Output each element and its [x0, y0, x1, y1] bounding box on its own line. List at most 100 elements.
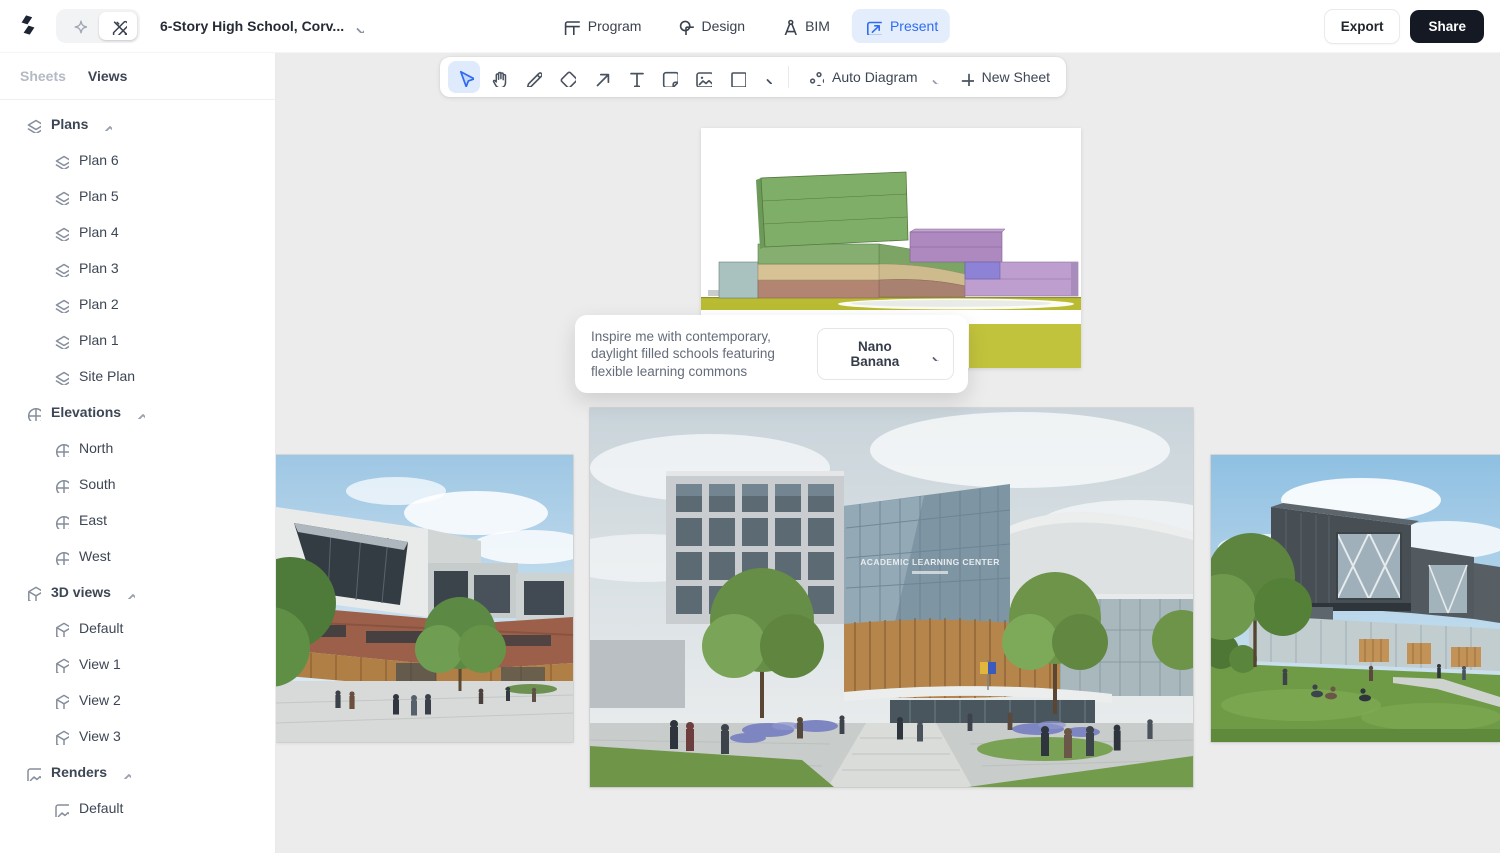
pan-tool-button[interactable] — [482, 61, 514, 93]
render-right-image — [1211, 455, 1500, 742]
tab-program[interactable]: Program — [550, 9, 654, 43]
section-label: Elevations — [51, 404, 121, 420]
auto-diagram-label: Auto Diagram — [832, 69, 918, 85]
sidebar-item-plan-3[interactable]: Plan 3 — [0, 250, 275, 286]
rectangle-icon — [727, 68, 746, 87]
render-right-thumbnail[interactable] — [1211, 455, 1500, 742]
layers-icon — [52, 188, 69, 205]
eraser-icon — [557, 68, 576, 87]
toolbar-divider — [788, 66, 789, 88]
sidebar-item-3d-default[interactable]: Default — [0, 610, 275, 646]
project-title-button[interactable]: 6-Story High School, Corv... — [154, 17, 370, 35]
sidebar-item-view-2[interactable]: View 2 — [0, 682, 275, 718]
sidebar-item-plan-6[interactable]: Plan 6 — [0, 142, 275, 178]
item-label: Default — [79, 800, 123, 816]
render-left-thumbnail[interactable] — [276, 455, 573, 742]
layers-icon — [52, 332, 69, 349]
item-label: East — [79, 512, 107, 528]
section-label: Renders — [51, 764, 107, 780]
mode-toggle — [56, 9, 140, 43]
present-icon — [864, 17, 882, 35]
item-label: Site Plan — [79, 368, 135, 384]
chevron-down-icon — [350, 19, 364, 33]
sidebar-item-plan-4[interactable]: Plan 4 — [0, 214, 275, 250]
share-button[interactable]: Share — [1410, 10, 1484, 43]
axes-icon — [52, 548, 69, 565]
sidebar-item-south[interactable]: South — [0, 466, 275, 502]
item-label: View 2 — [79, 692, 121, 708]
layers-icon — [52, 152, 69, 169]
sidebar-item-east[interactable]: East — [0, 502, 275, 538]
new-sheet-button[interactable]: New Sheet — [949, 63, 1058, 92]
pencil-icon — [523, 68, 542, 87]
presentation-canvas[interactable]: Auto Diagram New Sheet — [276, 52, 1500, 853]
sidebar-section-plans[interactable]: Plans — [0, 106, 275, 142]
axes-icon — [52, 440, 69, 457]
sidebar-item-view-1[interactable]: View 1 — [0, 646, 275, 682]
sidebar-section-renders[interactable]: Renders — [0, 754, 275, 790]
sidebar-item-render-default[interactable]: Default — [0, 790, 275, 826]
chevron-up-icon — [131, 405, 145, 419]
sidebar-item-plan-5[interactable]: Plan 5 — [0, 178, 275, 214]
hand-icon — [489, 68, 508, 87]
cube-icon — [52, 728, 69, 745]
edit-mode-button[interactable] — [99, 12, 137, 40]
eraser-tool-button[interactable] — [550, 61, 582, 93]
tab-sheets[interactable]: Sheets — [20, 68, 66, 84]
chevron-up-icon — [117, 765, 131, 779]
ai-prompt-card: Inspire me with contemporary, daylight f… — [575, 315, 968, 393]
export-button[interactable]: Export — [1324, 9, 1401, 44]
chevron-up-icon — [98, 117, 112, 131]
item-label: View 3 — [79, 728, 121, 744]
section-label: Plans — [51, 116, 88, 132]
tab-bim[interactable]: BIM — [767, 9, 842, 43]
tab-label: Present — [890, 18, 938, 34]
axes-icon — [52, 512, 69, 529]
sidebar-item-plan-2[interactable]: Plan 2 — [0, 286, 275, 322]
sidebar-item-plan-1[interactable]: Plan 1 — [0, 322, 275, 358]
chevron-down-icon — [760, 70, 772, 84]
sidebar-tabs: Sheets Views — [0, 52, 275, 100]
render-left-image — [276, 455, 573, 742]
sidebar-section-3d-views[interactable]: 3D views — [0, 574, 275, 610]
sidebar-section-elevations[interactable]: Elevations — [0, 394, 275, 430]
program-icon — [562, 17, 580, 35]
layers-icon — [52, 296, 69, 313]
sidebar-item-site-plan[interactable]: Site Plan — [0, 358, 275, 394]
shape-tool-button[interactable] — [720, 61, 752, 93]
image-tool-button[interactable] — [686, 61, 718, 93]
sidebar-item-view-3[interactable]: View 3 — [0, 718, 275, 754]
select-tool-button[interactable] — [448, 61, 480, 93]
chevron-up-icon — [121, 585, 135, 599]
cursor-icon — [455, 68, 474, 87]
sidebar-item-north[interactable]: North — [0, 430, 275, 466]
project-title: 6-Story High School, Corv... — [160, 18, 344, 34]
plus-icon — [957, 69, 974, 86]
cube-icon — [24, 584, 41, 601]
cube-icon — [52, 620, 69, 637]
draw-tool-button[interactable] — [516, 61, 548, 93]
model-select-button[interactable]: Nano Banana — [817, 328, 954, 380]
item-label: Plan 5 — [79, 188, 119, 204]
arrow-tool-button[interactable] — [584, 61, 616, 93]
model-label: Nano Banana — [832, 339, 917, 369]
layers-icon — [52, 224, 69, 241]
ai-mode-button[interactable] — [59, 12, 97, 40]
section-label: 3D views — [51, 584, 111, 600]
render-icon — [52, 800, 69, 817]
bim-icon — [779, 17, 797, 35]
app-header: 6-Story High School, Corv... Program Des… — [0, 0, 1500, 53]
item-label: Plan 3 — [79, 260, 119, 276]
tab-present[interactable]: Present — [852, 9, 950, 43]
more-shapes-button[interactable] — [754, 61, 778, 93]
sticky-note-tool-button[interactable] — [652, 61, 684, 93]
auto-diagram-button[interactable]: Auto Diagram — [799, 63, 947, 92]
item-label: North — [79, 440, 113, 456]
tab-design[interactable]: Design — [663, 9, 757, 43]
render-icon — [24, 764, 41, 781]
text-tool-button[interactable] — [618, 61, 650, 93]
item-label: View 1 — [79, 656, 121, 672]
tab-views[interactable]: Views — [88, 68, 127, 84]
render-center-thumbnail[interactable]: ACADEMIC LEARNING CENTER — [590, 408, 1193, 787]
sidebar-item-west[interactable]: West — [0, 538, 275, 574]
